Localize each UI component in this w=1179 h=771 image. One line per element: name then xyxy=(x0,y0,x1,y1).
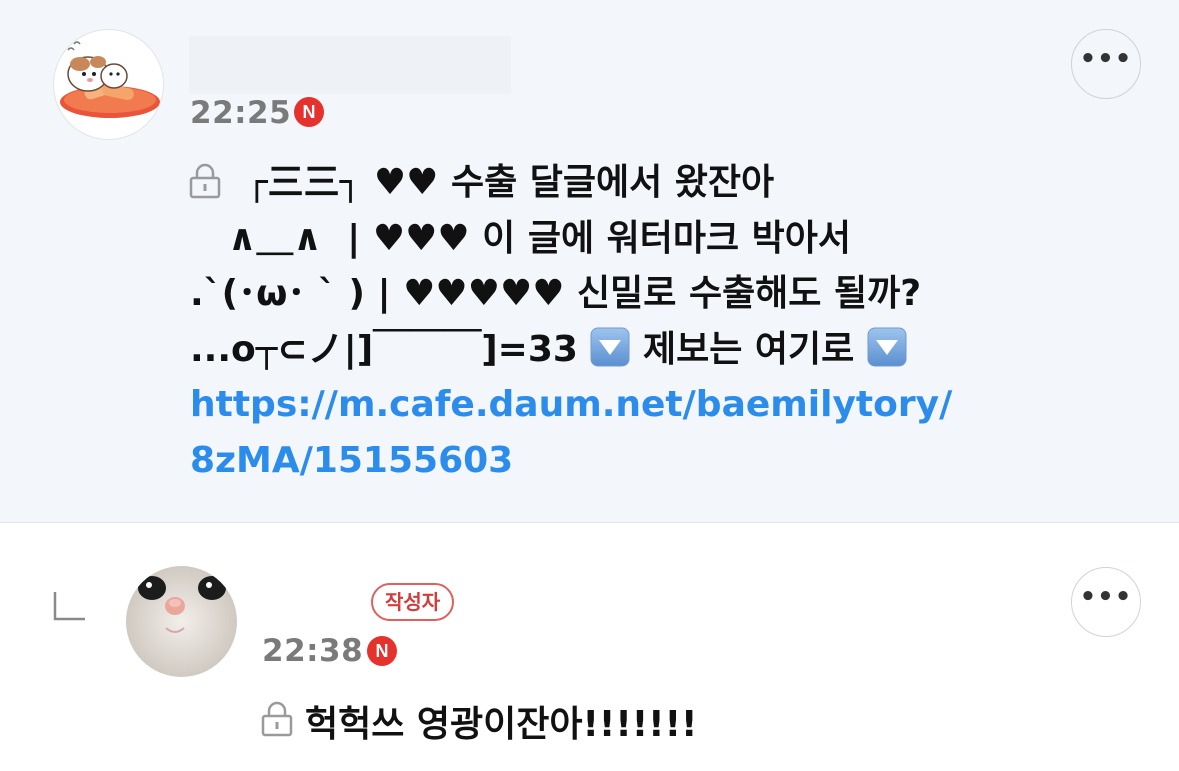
link-line-2[interactable]: 8zMA/15155603 xyxy=(190,440,513,481)
author-badge: 작성자 xyxy=(371,583,455,621)
cat-avatar-image xyxy=(126,566,237,677)
comment-link[interactable]: https://m.cafe.daum.net/baemilytory/ 8zM… xyxy=(190,384,952,481)
author-name-redacted[interactable] xyxy=(189,36,511,94)
body-line-2: ∧＿∧ | ♥♥♥ 이 글에 워터마크 박아서 xyxy=(190,217,851,259)
body-line-4-middle: 제보는 여기로 xyxy=(630,328,867,370)
more-button[interactable]: ••• xyxy=(1071,29,1141,99)
comment-time: 22:25 xyxy=(190,95,292,131)
down-arrow-box-icon xyxy=(867,327,907,366)
comment-time: 22:38 xyxy=(262,633,364,669)
link-line-1[interactable]: https://m.cafe.daum.net/baemilytory/ xyxy=(190,384,952,425)
down-arrow-box-icon xyxy=(590,327,630,366)
hamster-avatar-image xyxy=(60,41,160,118)
avatar-hamster[interactable] xyxy=(53,29,164,140)
body-line-3: .`(･ω･ ` ) | ♥♥♥♥♥ 신밀로 수출해도 될까? xyxy=(190,273,922,314)
new-badge: N xyxy=(367,636,397,666)
body-line-4-start: ...o┬⊂ノ|]￣￣￣]=33 xyxy=(190,328,591,370)
comment-item-1: 22:25 N ••• ┌三三┐ ♥♥ 수출 달글에서 왔잔아 ∧＿∧ | ♥♥… xyxy=(0,0,1179,523)
body-line-1: ┌三三┐ ♥♥ 수출 달글에서 왔잔아 xyxy=(246,162,775,203)
comment-body: ┌三三┐ ♥♥ 수출 달글에서 왔잔아 ∧＿∧ | ♥♥♥ 이 글에 워터마크 … xyxy=(190,155,1070,488)
comment-body: 헉헉쓰 영광이잔아!!!!!!! xyxy=(305,704,698,745)
lock-icon xyxy=(261,701,293,737)
new-badge: N xyxy=(294,97,324,127)
avatar-cat[interactable] xyxy=(126,566,237,677)
more-button[interactable]: ••• xyxy=(1071,567,1141,637)
reply-arrow-icon xyxy=(53,592,85,621)
